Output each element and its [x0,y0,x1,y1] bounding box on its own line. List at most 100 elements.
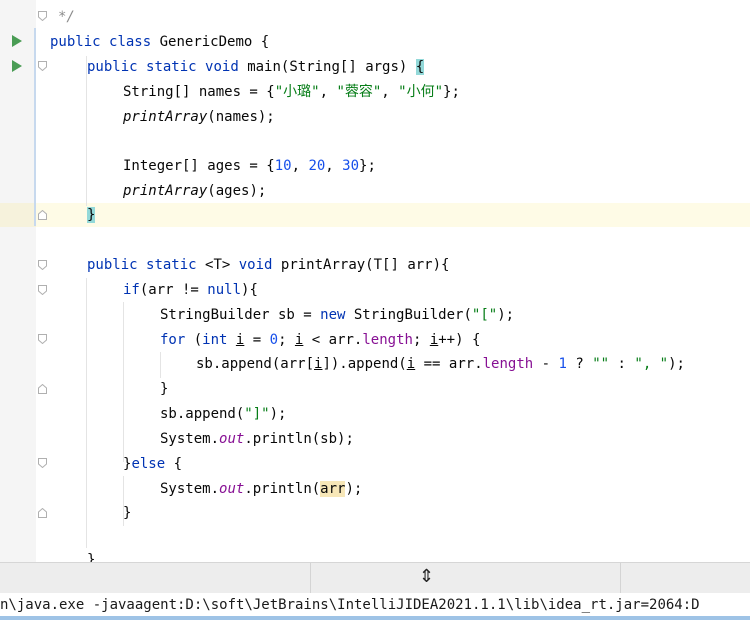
code-line[interactable]: if(arr != null){ [123,278,258,302]
semicolon: ; [278,332,295,348]
fold-icon[interactable] [38,61,47,71]
declaration: Integer[] ages = { [123,158,275,174]
paren: ( [185,332,203,348]
code-line[interactable]: public static void main(String[] args) { [87,55,425,79]
indent-guide [160,352,161,378]
comment-text: */ [58,9,75,25]
method-scope-marker [34,28,36,226]
keyword: class [109,34,152,50]
code-editor[interactable]: */ public class GenericDemo { public sta… [0,0,750,562]
append-call: sb.append(arr[ [196,356,315,372]
field-length: length [482,356,534,372]
increment: ++) { [438,332,481,348]
constructor: StringBuilder( [345,307,472,323]
console-selection-bar [0,616,750,620]
code-line[interactable]: public static <T> void printArray(T[] ar… [87,253,449,277]
println-call: .println(sb); [244,431,354,447]
code-line[interactable]: System.out.println(sb); [160,427,354,451]
call-args: (ages); [207,183,267,199]
keyword: for [160,332,186,348]
class-name: GenericDemo [159,34,253,50]
keyword: if [123,282,140,298]
keyword: new [320,307,346,323]
method-call: printArray [123,109,208,125]
loop-var: i [406,356,416,372]
keyword: int [202,332,228,348]
highlighted-variable: arr [320,481,346,497]
string-literal: "" [592,356,610,372]
println-call: .println( [244,481,321,497]
brace: } [123,505,132,521]
code-line[interactable]: for (int i = 0; i < arr.length; i++) { [160,328,480,352]
code-line[interactable]: } [160,377,168,401]
matched-brace: { [415,59,425,75]
condition: (arr != [139,282,208,298]
statement-end: ); [668,356,685,372]
method-signature: printArray(T[] arr){ [272,257,450,273]
static-field: out [219,431,245,447]
keyword: else [131,456,166,472]
keyword: void [205,59,239,75]
fold-icon[interactable] [38,458,47,468]
statement-end: ); [269,406,287,422]
code-line[interactable]: } [87,548,95,562]
separator: , [381,84,399,100]
declaration: String[] names = { [123,84,275,100]
code-line[interactable]: printArray(names); [123,105,275,129]
keyword: static [146,59,197,75]
code-line[interactable]: }else { [123,452,182,476]
console-command-line: n\java.exe -javaagent:D:\soft\JetBrains\… [0,597,700,613]
keyword: static [146,257,197,273]
code-line[interactable]: printArray(ages); [123,179,266,203]
fold-icon[interactable] [38,11,47,21]
loop-var: i [429,332,439,348]
keyword: null [207,282,242,298]
operator: = [244,332,270,348]
code-line[interactable]: StringBuilder sb = new StringBuilder("["… [160,303,514,327]
string-literal: "[" [471,307,498,323]
separator: , [325,158,343,174]
keyword: void [238,257,273,273]
statement-end: ); [497,307,515,323]
code-line[interactable]: System.out.println(arr); [160,477,362,501]
comparison: < arr. [303,332,363,348]
append-call: sb.append( [160,406,245,422]
code-line[interactable]: sb.append(arr[i]).append(i == arr.length… [196,352,685,376]
brace: { [165,456,183,472]
fold-icon[interactable] [38,260,47,270]
operator: - [533,356,559,372]
resize-vertical-icon[interactable]: ⇕ [419,566,434,588]
fold-icon[interactable] [38,334,47,344]
fold-column [36,0,50,562]
run-icon[interactable] [12,35,22,47]
declaration: StringBuilder sb = [160,307,321,323]
string-literal: ", " [634,356,669,372]
number-literal: 1 [558,356,567,372]
condition-end: ){ [241,282,258,298]
fold-icon[interactable] [38,210,47,220]
code-line[interactable]: */ [58,5,75,29]
code-line[interactable]: sb.append("]"); [160,402,286,426]
run-console[interactable]: n\java.exe -javaagent:D:\soft\JetBrains\… [0,593,750,620]
code-line[interactable]: } [87,203,96,227]
fold-icon[interactable] [38,384,47,394]
fold-icon[interactable] [38,285,47,295]
code-line[interactable]: String[] names = {"小璐", "蓉容", "小何"}; [123,80,460,104]
keyword: public [50,34,101,50]
keyword: public [87,257,138,273]
code-line[interactable]: Integer[] ages = {10, 20, 30}; [123,154,376,178]
params: (String[] args) [280,59,416,75]
method-call: printArray [123,183,208,199]
splitter-divider [620,563,621,593]
run-icon[interactable] [12,60,22,72]
splitter-divider [310,563,311,593]
separator: , [291,158,309,174]
code-line[interactable]: public class GenericDemo { [50,30,269,54]
matched-brace: } [87,207,96,223]
string-literal: "小璐" [274,84,320,100]
code-line[interactable]: } [123,501,131,525]
panel-splitter[interactable]: ⇕ [0,562,750,593]
comparison: == arr. [415,356,483,372]
fold-icon[interactable] [38,508,47,518]
indent-guide [123,302,124,462]
